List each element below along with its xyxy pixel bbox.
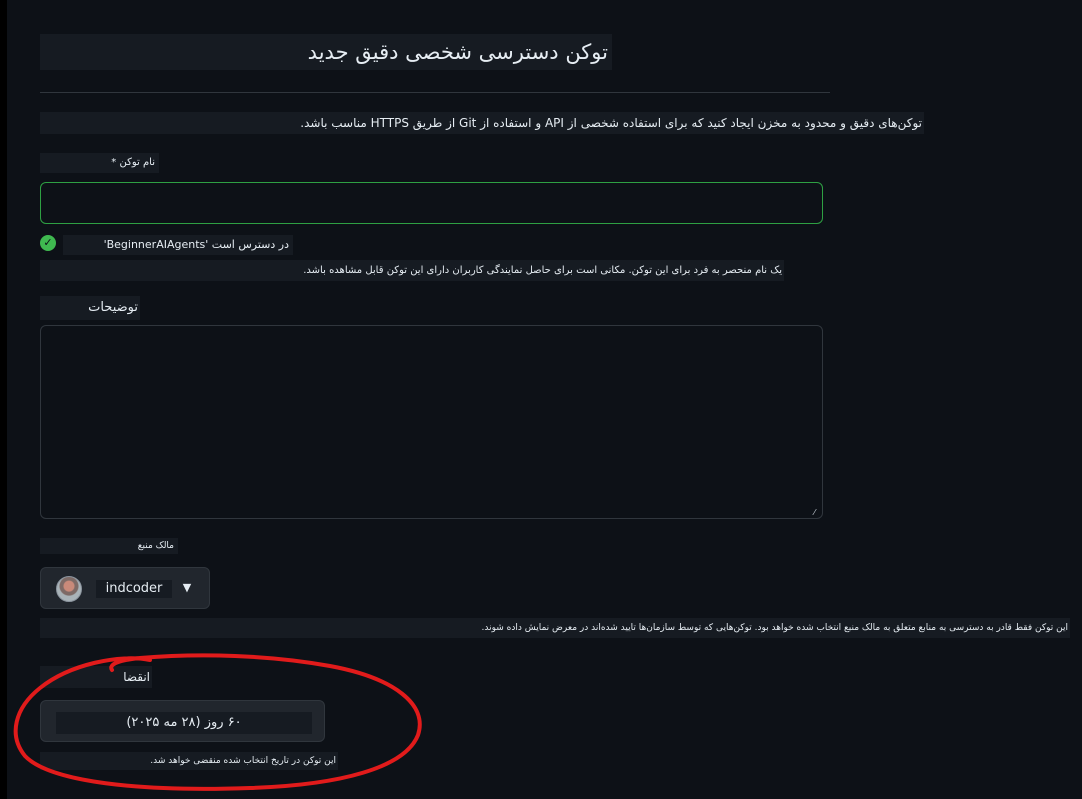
token-name-availability: در دسترس است 'BeginnerAIAgents' [63, 235, 293, 255]
check-circle-icon: ✓ [40, 235, 56, 251]
resize-handle-icon[interactable]: ⁄ [810, 508, 819, 517]
owner-select-button[interactable]: indcoder ▼ [40, 567, 210, 609]
description-label: توضیحات [40, 296, 140, 320]
token-name-label: نام توکن * [40, 153, 159, 173]
avatar [56, 576, 82, 602]
expiration-label: انقضا [40, 666, 152, 688]
owner-hint: این توکن فقط قادر به دسترسی به منابع متع… [40, 618, 1070, 638]
page-title: توکن دسترسی شخصی دقیق جدید [40, 34, 612, 70]
token-name-input[interactable] [40, 182, 823, 224]
page-description: توکن‌های دقیق و محدود به مخزن ایجاد کنید… [40, 112, 924, 134]
expiration-hint: این توکن در تاریخ انتخاب شده منقضی خواهد… [40, 752, 338, 770]
expiration-select-button[interactable]: ۶۰ روز (۲۸ مه ۲۰۲۵) [40, 700, 325, 742]
token-name-hint: یک نام منحصر به فرد برای این توکن. مکانی… [40, 260, 784, 281]
token-form-page: توکن دسترسی شخصی دقیق جدید توکن‌های دقیق… [7, 0, 1082, 799]
expiration-value: ۶۰ روز (۲۸ مه ۲۰۲۵) [56, 712, 312, 734]
description-textarea[interactable] [40, 325, 823, 519]
title-divider [40, 92, 830, 93]
caret-down-icon: ▼ [182, 581, 192, 594]
owner-label: مالک منبع [40, 538, 178, 554]
owner-name: indcoder [96, 580, 172, 598]
